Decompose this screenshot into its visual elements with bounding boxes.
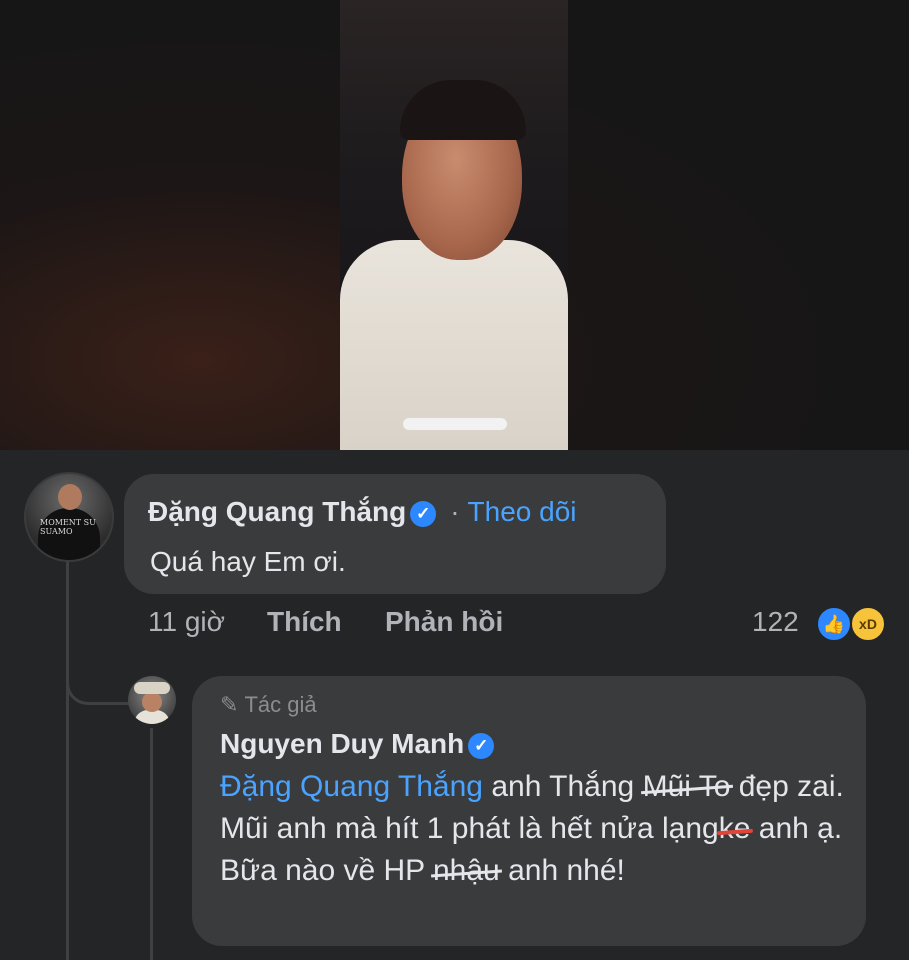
mention-link[interactable]: Đặng Quang Thắng xyxy=(220,770,483,803)
reply-thread-line xyxy=(150,728,153,960)
strikethrough-text: nhậu xyxy=(433,850,500,892)
comment-author-name[interactable]: Đặng Quang Thắng xyxy=(148,496,406,527)
avatar-hat xyxy=(134,682,170,694)
comment-text: Quá hay Em ơi. xyxy=(150,546,346,577)
reply-author-avatar[interactable] xyxy=(128,676,176,724)
home-indicator xyxy=(403,418,507,430)
avatar-shirt-text: MOMENT SU SUAMO xyxy=(40,518,96,536)
avatar-face xyxy=(142,692,162,712)
haha-reaction-icon[interactable]: xD xyxy=(850,606,886,642)
separator-dot: · xyxy=(450,496,460,527)
red-strikethrough-text: ke xyxy=(719,808,751,850)
video-background xyxy=(0,0,909,450)
reply-author-name[interactable]: Nguyen Duy Manh xyxy=(220,728,464,759)
video-call-frame[interactable] xyxy=(340,0,568,450)
reply-text-part: anh nhé! xyxy=(499,854,625,887)
avatar-face xyxy=(58,484,82,510)
reply-text: Đặng Quang Thắng anh Thắng Mũi To đẹp za… xyxy=(220,766,860,892)
follow-button[interactable]: Theo dõi xyxy=(468,496,577,527)
thread-connector xyxy=(66,650,129,705)
comment-author[interactable]: Đặng Quang Thắng ✓ · Theo dõi xyxy=(148,496,577,528)
author-badge-label: Tác giả xyxy=(244,692,317,717)
thread-line xyxy=(66,556,69,960)
pencil-icon: ✎ xyxy=(220,692,239,717)
commenter-avatar[interactable]: MOMENT SU SUAMO xyxy=(24,472,114,562)
like-button[interactable]: Thích xyxy=(267,606,342,638)
reaction-count[interactable]: 122 xyxy=(752,606,799,638)
reply-author[interactable]: Nguyen Duy Manh ✓ xyxy=(220,728,495,760)
author-badge: ✎ Tác giả xyxy=(220,692,317,718)
avatar-shirt xyxy=(134,710,170,724)
verified-badge-icon: ✓ xyxy=(410,500,437,527)
like-reaction-icon[interactable]: 👍 xyxy=(816,606,852,642)
person-hair xyxy=(400,80,526,140)
verified-badge-icon: ✓ xyxy=(468,732,495,759)
reply-text-part: anh Thắng xyxy=(482,770,643,803)
reply-button[interactable]: Phản hồi xyxy=(385,606,503,638)
strikethrough-text: Mũi To xyxy=(643,766,731,808)
comment-timestamp[interactable]: 11 giờ xyxy=(148,606,225,638)
